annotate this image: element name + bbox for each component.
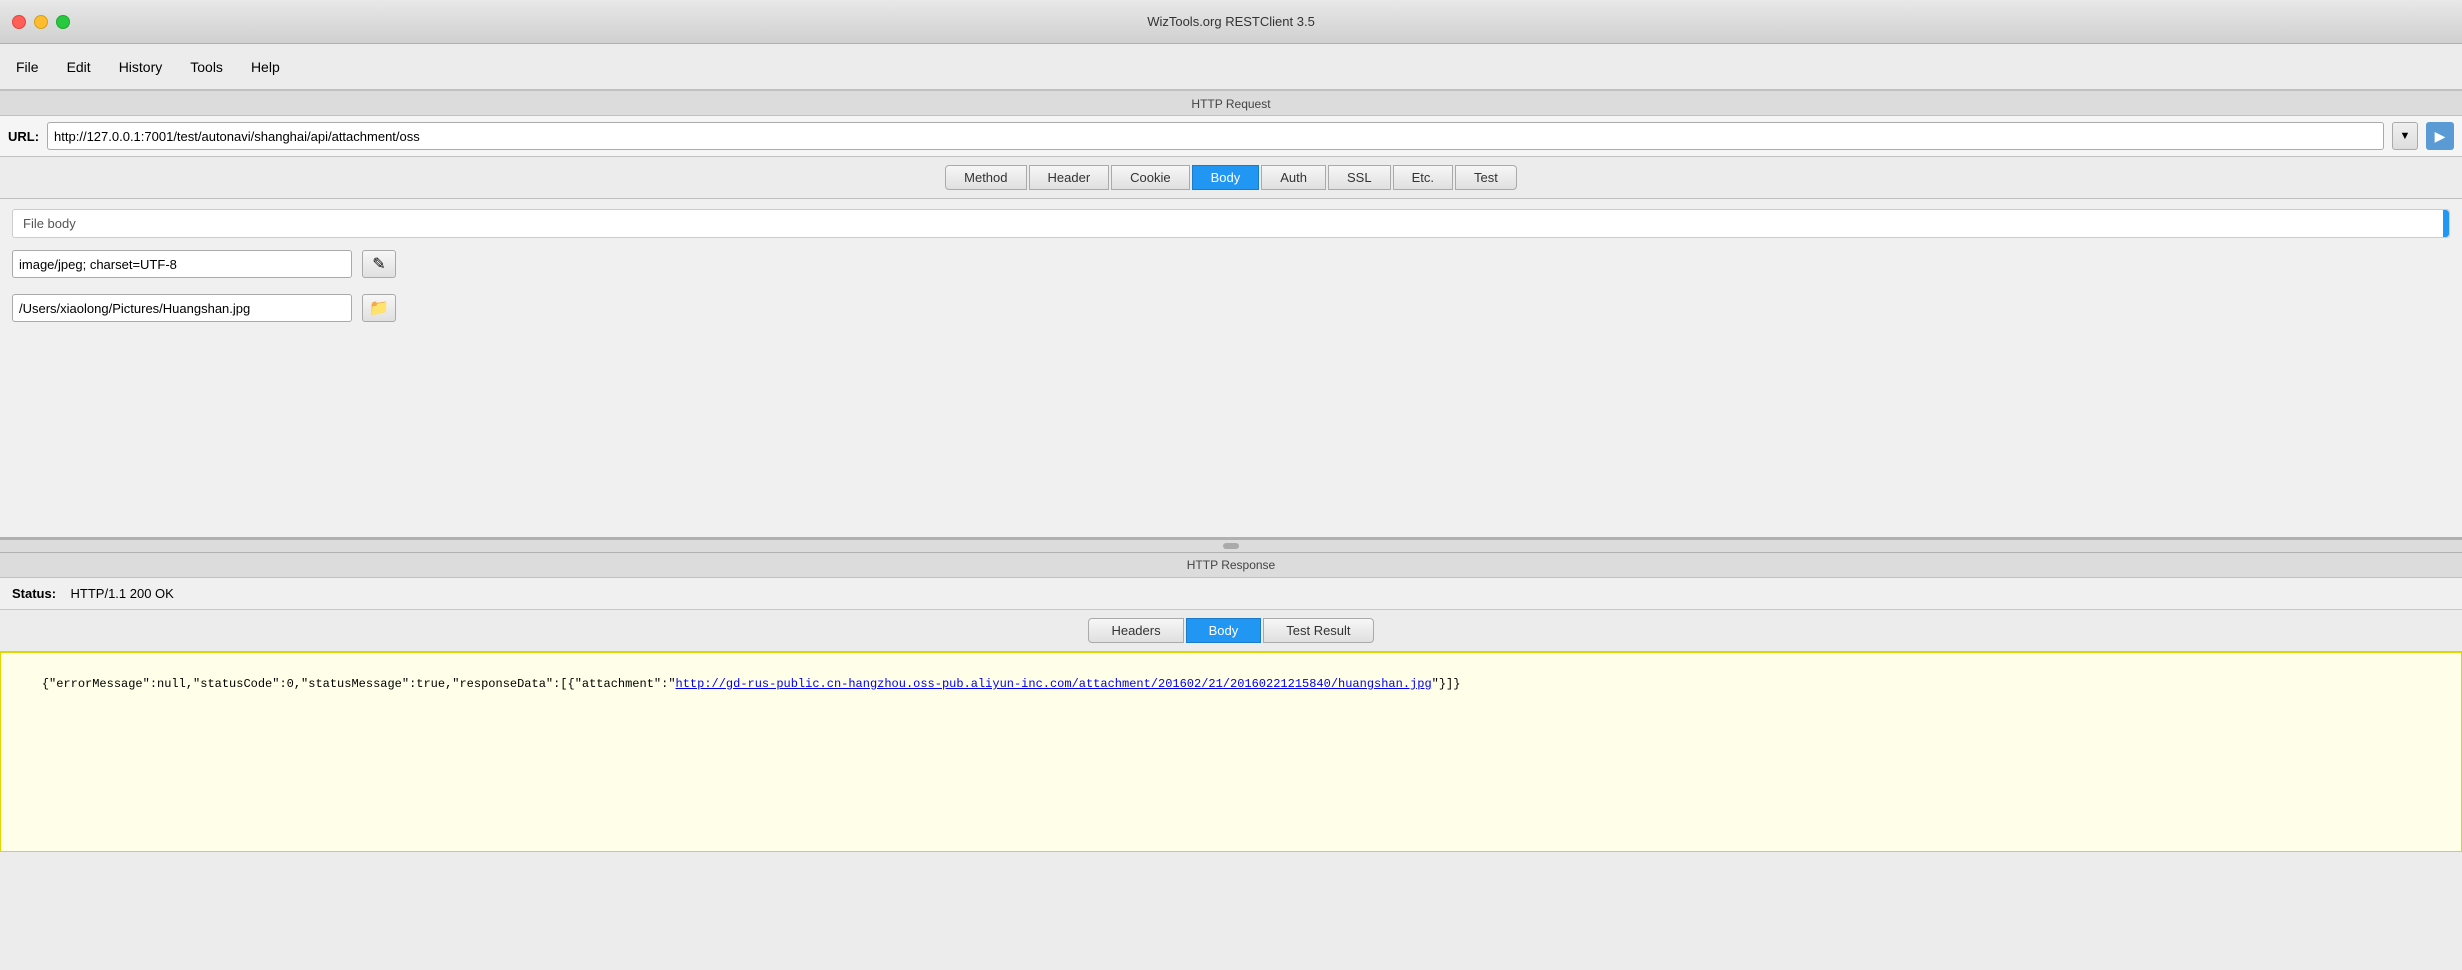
browse-file-button[interactable]: 📁 bbox=[362, 294, 396, 322]
menu-bar: File Edit History Tools Help bbox=[0, 44, 2462, 90]
file-path-row: 📁 bbox=[12, 294, 2450, 322]
tab-test[interactable]: Test bbox=[1455, 165, 1517, 190]
response-body-link[interactable]: http://gd-rus-public.cn-hangzhou.oss-pub… bbox=[676, 677, 1432, 691]
status-value: HTTP/1.1 200 OK bbox=[71, 586, 174, 601]
url-label: URL: bbox=[8, 129, 39, 144]
tab-auth[interactable]: Auth bbox=[1261, 165, 1326, 190]
status-label: Status: bbox=[12, 586, 56, 601]
response-tab-bar: Headers Body Test Result bbox=[0, 610, 2462, 652]
request-tab-bar: Method Header Cookie Body Auth SSL Etc. … bbox=[0, 157, 2462, 199]
menu-help[interactable]: Help bbox=[239, 55, 292, 79]
edit-content-type-button[interactable]: ✎ bbox=[362, 250, 396, 278]
url-bar: URL: ▼ ▶ bbox=[0, 116, 2462, 157]
go-icon: ▶ bbox=[2435, 128, 2446, 145]
traffic-lights bbox=[12, 15, 70, 29]
close-button[interactable] bbox=[12, 15, 26, 29]
blue-accent-bar bbox=[2443, 210, 2449, 237]
chevron-down-icon: ▼ bbox=[2400, 130, 2411, 142]
response-body: {"errorMessage":null,"statusCode":0,"sta… bbox=[0, 652, 2462, 852]
menu-history[interactable]: History bbox=[107, 55, 175, 79]
url-dropdown-button[interactable]: ▼ bbox=[2392, 122, 2418, 150]
tab-method[interactable]: Method bbox=[945, 165, 1026, 190]
file-body-text: File body bbox=[23, 216, 76, 231]
maximize-button[interactable] bbox=[56, 15, 70, 29]
minimize-button[interactable] bbox=[34, 15, 48, 29]
resize-divider[interactable] bbox=[0, 539, 2462, 553]
tab-body[interactable]: Body bbox=[1192, 165, 1260, 190]
divider-handle-icon bbox=[1223, 543, 1239, 549]
tab-etc[interactable]: Etc. bbox=[1393, 165, 1453, 190]
title-bar: WizTools.org RESTClient 3.5 bbox=[0, 0, 2462, 44]
content-type-input[interactable] bbox=[12, 250, 352, 278]
edit-icon: ✎ bbox=[372, 254, 385, 274]
response-section-label: HTTP Response bbox=[0, 553, 2462, 578]
tab-ssl[interactable]: SSL bbox=[1328, 165, 1391, 190]
tab-header[interactable]: Header bbox=[1029, 165, 1110, 190]
request-body-area: File body ✎ 📁 bbox=[0, 199, 2462, 539]
request-section-label: HTTP Request bbox=[0, 90, 2462, 116]
url-input[interactable] bbox=[47, 122, 2384, 150]
status-bar: Status: HTTP/1.1 200 OK bbox=[0, 578, 2462, 610]
response-body-suffix: "}]} bbox=[1432, 677, 1461, 691]
content-type-row: ✎ bbox=[12, 250, 2450, 278]
resp-tab-headers[interactable]: Headers bbox=[1088, 618, 1183, 643]
response-body-prefix: {"errorMessage":null,"statusCode":0,"sta… bbox=[42, 677, 676, 691]
response-section: HTTP Response Status: HTTP/1.1 200 OK He… bbox=[0, 553, 2462, 852]
menu-tools[interactable]: Tools bbox=[178, 55, 235, 79]
tab-cookie[interactable]: Cookie bbox=[1111, 165, 1189, 190]
go-button[interactable]: ▶ bbox=[2426, 122, 2454, 150]
folder-icon: 📁 bbox=[369, 298, 389, 318]
file-path-input[interactable] bbox=[12, 294, 352, 322]
resp-tab-body[interactable]: Body bbox=[1186, 618, 1262, 643]
app-title: WizTools.org RESTClient 3.5 bbox=[1147, 14, 1315, 29]
resp-tab-test-result[interactable]: Test Result bbox=[1263, 618, 1373, 643]
menu-file[interactable]: File bbox=[4, 55, 51, 79]
menu-edit[interactable]: Edit bbox=[55, 55, 103, 79]
file-body-label: File body bbox=[12, 209, 2450, 238]
